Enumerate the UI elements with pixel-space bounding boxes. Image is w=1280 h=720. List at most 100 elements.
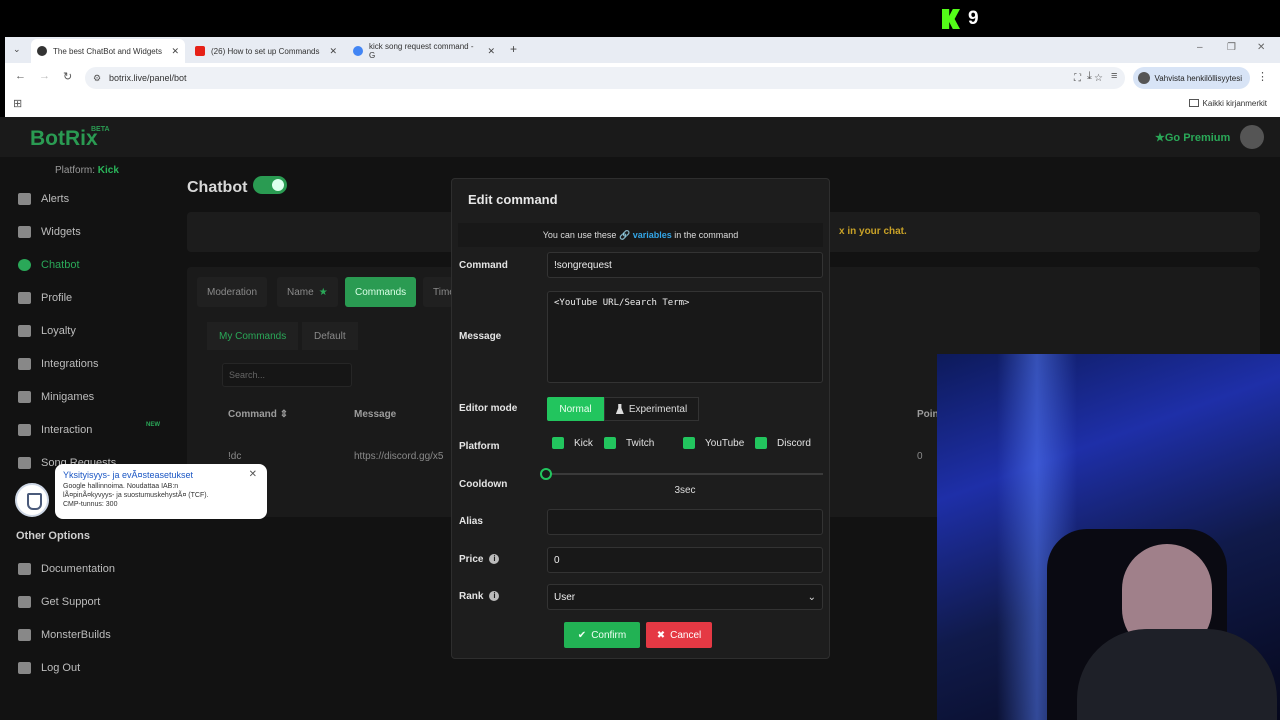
platform-indicator: Platform: Kick: [55, 165, 119, 176]
close-tab-icon[interactable]: ✕: [171, 46, 179, 57]
flask-icon: [615, 404, 624, 414]
column-header-command[interactable]: Command ⇕: [228, 409, 288, 420]
editor-mode-experimental-button[interactable]: Experimental: [604, 397, 699, 421]
cancel-button[interactable]: ✖ Cancel: [646, 622, 712, 648]
alias-input[interactable]: [547, 509, 823, 535]
user-avatar[interactable]: [1240, 125, 1264, 149]
tab-title: kick song request command - G: [369, 42, 474, 60]
chatbot-enabled-toggle[interactable]: [253, 176, 287, 194]
sidebar-item-label: Alerts: [41, 193, 70, 205]
botrix-logo[interactable]: BotRix: [30, 127, 98, 151]
webcam-person-body: [1077, 629, 1277, 720]
download-icon[interactable]: ⤓: [1087, 70, 1092, 83]
search-input[interactable]: Search...: [222, 363, 352, 387]
go-premium-link[interactable]: ★Go Premium: [1155, 131, 1230, 144]
kick-logo-icon: [942, 9, 960, 29]
rank-select[interactable]: User ⌄: [547, 584, 823, 610]
price-label-text: Price: [459, 554, 484, 565]
sidebar-item-integrations[interactable]: Integrations: [18, 358, 98, 370]
apps-grid-icon[interactable]: ⊞: [13, 97, 22, 110]
cookie-popup-title[interactable]: Yksityisyys- ja evÃ¤steasetukset: [63, 470, 259, 480]
info-icon[interactable]: i: [489, 554, 500, 564]
browser-menu-icon[interactable]: ⋮: [1257, 70, 1268, 83]
rank-select-value: User: [554, 591, 576, 603]
all-bookmarks-label: Kaikki kirjanmerkit: [1202, 99, 1267, 108]
cooldown-value: 3sec: [674, 485, 696, 496]
go-premium-label: Go Premium: [1164, 132, 1231, 144]
youtube-favicon-icon: [195, 46, 205, 56]
tab-label: Moderation: [207, 286, 258, 298]
command-input[interactable]: !songrequest: [547, 252, 823, 278]
close-window-icon[interactable]: ✕: [1257, 42, 1265, 53]
confirm-button[interactable]: ✔ Confirm: [564, 622, 640, 648]
sidebar-item-loyalty[interactable]: Loyalty: [18, 325, 76, 337]
site-info-icon[interactable]: ⚙: [93, 73, 101, 84]
bookmark-star-icon[interactable]: ☆: [1094, 73, 1103, 84]
close-icon[interactable]: ✕: [249, 469, 257, 480]
sidebar-item-documentation[interactable]: Documentation: [18, 563, 115, 575]
subtab-my-commands[interactable]: My Commands: [207, 322, 299, 350]
edit-command-modal: Edit command You can use these 🔗 variabl…: [451, 178, 830, 659]
tab-timers[interactable]: Timers: [423, 277, 453, 307]
cookie-consent-popup[interactable]: Yksityisyys- ja evÃ¤steasetukset Google …: [55, 464, 267, 519]
checkbox[interactable]: [604, 437, 616, 449]
tab-name[interactable]: Name ★: [277, 277, 338, 307]
close-tab-icon[interactable]: ✕: [329, 46, 337, 57]
url-field[interactable]: ⚙ botrix.live/panel/bot ⛶ ☆: [85, 67, 1125, 89]
message-textarea[interactable]: <YouTube URL/Search Term>: [547, 291, 823, 383]
checkbox[interactable]: [683, 437, 695, 449]
sidebar-item-minigames[interactable]: Minigames: [18, 391, 94, 403]
profile-label: Vahvista henkilöllisyytesi: [1154, 73, 1242, 83]
editor-mode-normal-button[interactable]: Normal: [547, 397, 604, 421]
media-icon[interactable]: ≡: [1111, 70, 1117, 82]
sidebar-item-interaction[interactable]: Interaction: [18, 424, 92, 436]
cooldown-slider-track[interactable]: [547, 473, 823, 475]
price-label: Price i: [459, 554, 500, 565]
music-note-icon: [18, 424, 31, 436]
checkbox[interactable]: [755, 437, 767, 449]
sidebar-item-log-out[interactable]: Log Out: [18, 662, 80, 674]
browser-tab-youtube[interactable]: (26) How to set up Commands ✕: [189, 39, 343, 63]
sidebar-item-alerts[interactable]: Alerts: [18, 193, 69, 205]
tab-label: Commands: [355, 286, 407, 298]
back-icon[interactable]: ←: [15, 70, 26, 82]
profile-button[interactable]: Vahvista henkilöllisyytesi: [1132, 67, 1250, 89]
all-bookmarks-button[interactable]: Kaikki kirjanmerkit: [1188, 99, 1267, 108]
reload-icon[interactable]: ↻: [63, 70, 72, 83]
platform-checkbox-youtube[interactable]: YouTube: [683, 437, 744, 449]
sidebar-item-profile[interactable]: Profile: [18, 292, 72, 304]
sidebar-item-chatbot[interactable]: Chatbot: [18, 259, 80, 271]
price-input[interactable]: 0: [547, 547, 823, 573]
info-icon[interactable]: i: [489, 591, 500, 601]
platform-label: Platform: [459, 441, 500, 452]
subtab-default[interactable]: Default: [302, 322, 358, 350]
screen: 9 ⌄ The best ChatBot and Widgets ✕ (26) …: [0, 0, 1280, 720]
cooldown-slider-handle[interactable]: [540, 468, 552, 480]
page-title: Chatbot: [187, 179, 248, 196]
close-tab-icon[interactable]: ✕: [487, 46, 495, 57]
sidebar-item-widgets[interactable]: Widgets: [18, 226, 81, 238]
minimize-window-icon[interactable]: –: [1197, 42, 1203, 53]
platform-checkbox-twitch[interactable]: Twitch: [604, 437, 654, 449]
tab-moderation[interactable]: Moderation: [197, 277, 268, 307]
cooldown-label: Cooldown: [459, 479, 508, 490]
new-tab-icon[interactable]: +: [510, 42, 517, 56]
forward-icon[interactable]: →: [39, 70, 50, 82]
maximize-window-icon[interactable]: ❐: [1227, 42, 1236, 53]
sidebar-item-get-support[interactable]: Get Support: [18, 596, 100, 608]
tab-search-dropdown-icon[interactable]: ⌄: [13, 44, 21, 55]
sidebar-item-monsterbuilds[interactable]: MonsterBuilds: [18, 629, 111, 641]
help-icon: [18, 596, 31, 608]
beta-badge: BETA: [91, 126, 110, 133]
checkbox[interactable]: [552, 437, 564, 449]
platform-checkbox-discord[interactable]: Discord: [755, 437, 811, 449]
variables-link[interactable]: 🔗 variables: [619, 230, 672, 240]
platform-checkbox-kick[interactable]: Kick: [552, 437, 593, 449]
tab-commands[interactable]: Commands: [345, 277, 417, 307]
privacy-shield-icon[interactable]: [15, 483, 49, 517]
command-label: Command: [459, 260, 508, 271]
cookie-body-line: CMP-tunnus: 300: [63, 501, 118, 508]
browser-tab-google[interactable]: kick song request command - G ✕: [347, 39, 501, 63]
translate-icon[interactable]: ⛶: [1074, 73, 1081, 84]
browser-tab-botrix[interactable]: The best ChatBot and Widgets ✕: [31, 39, 185, 63]
